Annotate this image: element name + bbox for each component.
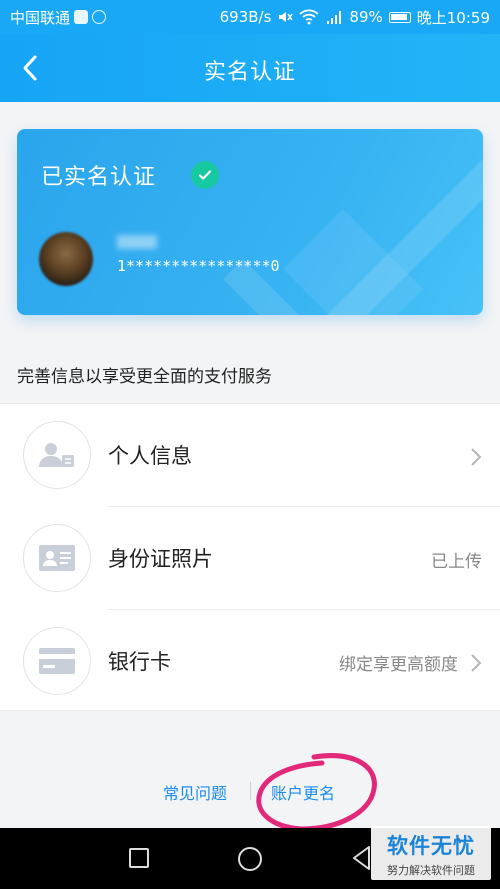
app-notification-icon: [74, 10, 89, 24]
section-subtitle: 完善信息以享受更全面的支付服务: [17, 367, 272, 387]
verification-card: 已实名认证 1****************0: [17, 129, 483, 315]
watermark-subtitle: 努力解决软件问题: [387, 864, 475, 877]
watermark: 软件无忧 努力解决软件问题: [371, 826, 491, 880]
status-left: 中国联通: [10, 7, 107, 28]
chevron-right-icon: [471, 448, 482, 466]
check-icon: [191, 161, 219, 189]
highlight-circle-annotation: [256, 753, 377, 832]
bank-card-icon: [23, 627, 91, 695]
faq-link[interactable]: 常见问题: [163, 780, 227, 804]
avatar: [39, 232, 93, 286]
blurred-name: [117, 235, 157, 249]
bank-card-hint: 绑定享更高额度: [339, 655, 458, 675]
signal-icon: [327, 11, 342, 24]
id-number: 1****************0: [117, 257, 280, 275]
chevron-right-icon: [471, 654, 482, 672]
carrier-name: 中国联通: [10, 8, 71, 27]
network-speed: 693B/s: [219, 8, 272, 26]
battery-percent: 89%: [349, 8, 383, 26]
list-item-label: 身份证照片: [108, 547, 213, 571]
recents-button[interactable]: [129, 848, 149, 868]
link-separator: [250, 782, 251, 800]
clock: 晚上10:59: [416, 8, 490, 27]
home-button[interactable]: [238, 847, 262, 871]
battery-icon: [388, 11, 411, 23]
app-header: 实名认证: [0, 34, 500, 102]
list-item-label: 银行卡: [108, 650, 171, 674]
notification-icon: [92, 10, 107, 24]
upload-status: 已上传: [431, 552, 482, 572]
mute-icon: [279, 12, 294, 22]
status-right: 693B/s 89% 晚上10:59: [220, 7, 490, 28]
verified-status: 已实名认证: [41, 165, 157, 190]
page-title: 实名认证: [203, 60, 296, 85]
person-info-icon: [23, 421, 91, 489]
list-item-id-photo[interactable]: 身份证照片 已上传: [0, 507, 500, 610]
back-triangle-icon[interactable]: [350, 844, 372, 872]
id-card-icon: [23, 524, 91, 592]
footer-links: 常见问题 账户更名: [0, 776, 500, 806]
list-item-personal-info[interactable]: 个人信息: [0, 404, 500, 507]
wifi-icon: [299, 9, 320, 25]
info-list: 个人信息 身份证照片 已上传 银行卡 绑定享更高额度: [0, 403, 500, 711]
watermark-title: 软件无忧: [387, 834, 475, 858]
status-bar: 中国联通 693B/s 89% 晚上10:59: [0, 0, 500, 34]
card-decoration: [223, 159, 483, 315]
list-item-bank-card[interactable]: 银行卡 绑定享更高额度: [0, 610, 500, 713]
list-item-label: 个人信息: [108, 444, 192, 468]
